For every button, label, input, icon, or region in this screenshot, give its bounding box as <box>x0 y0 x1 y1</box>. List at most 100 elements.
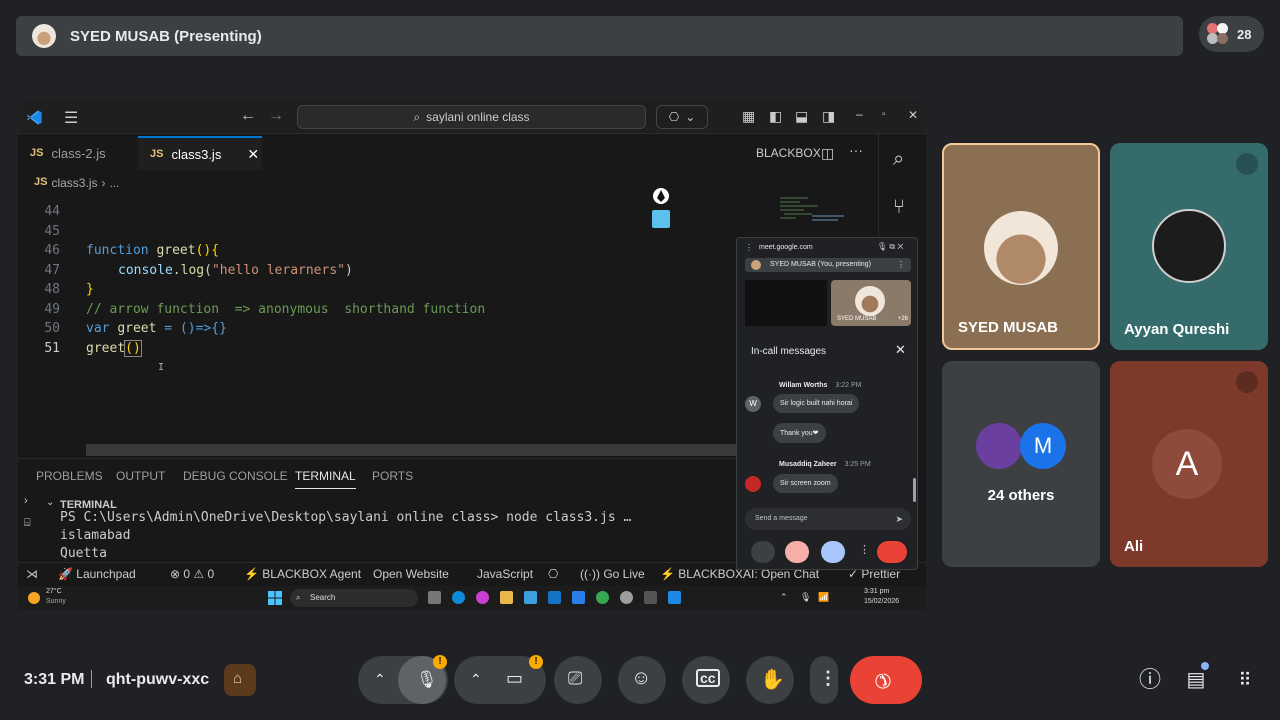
layout-customize-icon[interactable]: ▦ <box>742 108 755 125</box>
minimize-icon[interactable]: – <box>856 107 863 121</box>
js-file-icon: JS <box>30 147 44 159</box>
close-tab-icon[interactable]: ✕ <box>247 146 259 163</box>
raise-hand-button[interactable]: ✋ <box>746 656 794 704</box>
code-line-48: } <box>86 282 94 297</box>
participants-button[interactable]: 28 <box>1199 16 1264 52</box>
copilot-app-icon[interactable] <box>476 591 489 604</box>
blackbox-label[interactable]: BLACKBOX <box>756 146 821 160</box>
more-options-icon[interactable]: ⋮ <box>859 543 870 556</box>
chevron-up-icon[interactable]: ⌃ <box>470 671 482 688</box>
windows-start-icon[interactable] <box>268 591 282 605</box>
task-view-icon[interactable] <box>428 591 441 604</box>
pen-tool-icon[interactable] <box>651 186 671 230</box>
chrome-icon[interactable] <box>596 591 609 604</box>
menu-icon[interactable]: ☰ <box>64 108 78 128</box>
forward-arrow-icon[interactable]: → <box>268 107 284 125</box>
activities-button[interactable]: ⌂ <box>224 664 256 696</box>
tab-problems[interactable]: PROBLEMS <box>36 469 103 483</box>
wifi-icon[interactable]: 📶 <box>818 592 829 603</box>
chat-icon[interactable]: ▤ <box>1182 666 1210 694</box>
blackbox-agent-item[interactable]: ⚡ BLACKBOX Agent <box>244 567 361 581</box>
close-window-icon[interactable]: ✕ <box>908 108 918 122</box>
mini-mic-button[interactable] <box>751 541 775 563</box>
camera-icon[interactable]: ▭ <box>506 668 523 689</box>
js-file-icon: JS <box>34 176 48 188</box>
search-icon[interactable]: ⌕ <box>893 148 904 171</box>
participant-tile-ayyan[interactable]: Ayyan Qureshi <box>1110 143 1268 350</box>
leave-call-button[interactable]: ✆ <box>850 656 922 704</box>
more-icon[interactable]: ⋮ <box>897 258 905 272</box>
horizontal-scrollbar[interactable] <box>86 444 736 456</box>
vscode-taskbar-icon[interactable] <box>668 591 681 604</box>
copilot-button[interactable]: ⎔ ⌄ <box>656 105 708 129</box>
restore-icon[interactable]: ▫ <box>882 109 886 120</box>
tab-class-2[interactable]: JS class-2.js <box>18 136 138 170</box>
tab-class3[interactable]: JS class3.js ✕ <box>138 136 262 170</box>
terminal-app-icon[interactable] <box>644 591 657 604</box>
meeting-code[interactable]: qht-puwv-xxc <box>106 671 209 689</box>
activities-grid-icon[interactable]: ⠿ <box>1230 666 1258 694</box>
popup-controls-icon[interactable]: 🎙 ⧉ ✕ <box>877 242 903 252</box>
photos-icon[interactable] <box>572 591 585 604</box>
split-editor-icon[interactable]: ◫ <box>821 145 834 162</box>
tab-output[interactable]: OUTPUT <box>116 469 165 483</box>
file-explorer-icon[interactable] <box>500 591 513 604</box>
close-chat-icon[interactable]: ✕ <box>895 342 906 358</box>
warning-badge: ! <box>529 655 543 669</box>
reactions-button[interactable]: ☺ <box>618 656 666 704</box>
tray-chevron-icon[interactable]: ⌃ <box>780 592 788 603</box>
source-control-icon[interactable]: ⑂ <box>893 196 905 219</box>
settings-icon[interactable] <box>620 591 633 604</box>
mic-tray-icon: 🎙 <box>800 592 812 602</box>
participant-tile-ali[interactable]: A Ali <box>1110 361 1268 567</box>
breadcrumb-file[interactable]: class3.js <box>51 176 97 190</box>
mini-camera-off-button[interactable] <box>785 541 809 563</box>
meeting-details-icon[interactable]: ⓘ <box>1136 666 1164 694</box>
meeting-time: 3:31 PM <box>24 671 85 688</box>
toggle-secondary-sidebar-icon[interactable]: ◨ <box>822 108 835 125</box>
copilot-status-icon[interactable]: ⎔ <box>548 567 558 581</box>
launchpad-item[interactable]: 🚀 Launchpad <box>58 567 136 581</box>
presenter-avatar <box>32 24 56 48</box>
send-icon[interactable]: ➤ <box>895 508 903 530</box>
captions-button[interactable]: cc <box>682 656 730 704</box>
more-actions-icon[interactable]: ··· <box>849 142 863 158</box>
chat-scrollbar[interactable] <box>913 478 916 502</box>
line-number: 46 <box>44 243 60 258</box>
edge-icon[interactable] <box>452 591 465 604</box>
open-website-item[interactable]: Open Website <box>373 567 449 581</box>
participant-tile-syed[interactable]: SYED MUSAB <box>942 143 1100 350</box>
chevron-up-icon[interactable]: ⌃ <box>374 671 386 688</box>
more-options-button[interactable]: ⋮ <box>810 656 838 704</box>
remote-icon[interactable]: ⋊ <box>26 567 38 581</box>
command-search-input[interactable]: ⌕ saylani online class <box>297 105 646 129</box>
chevron-down-icon[interactable]: ⌄ <box>46 497 54 508</box>
search-icon: ⌕ <box>296 593 301 602</box>
store-icon[interactable] <box>524 591 537 604</box>
outlook-icon[interactable] <box>548 591 561 604</box>
tab-debug-console[interactable]: DEBUG CONSOLE <box>183 469 288 483</box>
mini-end-call-button[interactable] <box>877 541 907 563</box>
participant-name: SYED MUSAB <box>958 319 1059 336</box>
code-editor[interactable]: 44 45 46 47 48 49 50 51 function greet()… <box>18 200 758 445</box>
taskbar-search[interactable]: ⌕ Search <box>290 589 418 607</box>
toggle-panel-icon[interactable]: ⬓ <box>795 108 808 125</box>
chevron-right-icon: › <box>101 176 106 190</box>
mini-present-button[interactable] <box>821 541 845 563</box>
language-mode-item[interactable]: JavaScript <box>477 567 533 581</box>
back-arrow-icon[interactable]: ← <box>240 107 256 125</box>
line-number: 49 <box>44 302 60 317</box>
avatar <box>976 423 1022 469</box>
terminal-line: Quetta <box>60 546 107 561</box>
breadcrumb-rest[interactable]: ... <box>109 176 119 190</box>
go-live-item[interactable]: ((·)) Go Live <box>580 567 645 581</box>
problems-item[interactable]: ⊗ 0 ⚠ 0 <box>170 567 214 581</box>
presenting-banner: SYED MUSAB (You, presenting) ⋮ <box>745 258 911 272</box>
tab-terminal[interactable]: TERMINAL <box>295 469 356 489</box>
participant-tile-others[interactable]: M 24 others <box>942 361 1100 567</box>
send-message-input[interactable]: Send a message ➤ <box>745 508 911 530</box>
present-button[interactable]: ⎚ <box>554 656 602 704</box>
chevron-right-icon[interactable]: › <box>24 495 28 507</box>
tab-ports[interactable]: PORTS <box>372 469 413 483</box>
toggle-primary-sidebar-icon[interactable]: ◧ <box>769 108 782 125</box>
